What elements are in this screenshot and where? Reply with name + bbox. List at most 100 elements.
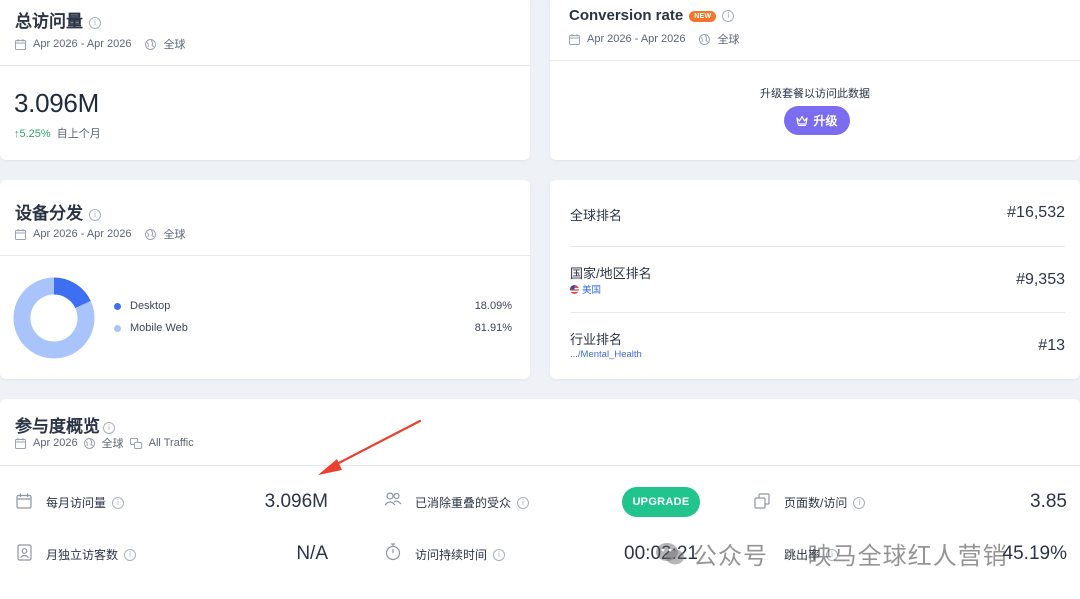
device-donut-chart <box>13 277 95 359</box>
region: 全球 <box>163 39 186 51</box>
pages-per-visit-label-text: 页面数/访问 <box>784 496 848 510</box>
engagement-title-text: 参与度概览 <box>15 417 100 436</box>
country-link[interactable]: 美国 <box>570 282 601 296</box>
engagement-meta: Apr 2026 全球 All Traffic <box>15 435 194 451</box>
delta-percent: 5.25% <box>19 128 51 140</box>
dedup-audience-label-text: 已消除重叠的受众 <box>415 496 512 510</box>
unique-visitors-label-text: 月独立访客数 <box>46 548 119 562</box>
calendar-icon <box>15 437 26 449</box>
region: 全球 <box>163 229 186 241</box>
monthly-visits-label-text: 每月访问量 <box>46 496 107 510</box>
info-icon[interactable]: i <box>853 496 866 509</box>
device-title-text: 设备分发 <box>15 204 83 223</box>
wechat-icon <box>656 542 684 564</box>
upgrade-button-label: 升级 <box>813 114 838 128</box>
pages-per-visit-label: 页面数/访问 i <box>784 494 866 511</box>
watermark: 公众号 · 映马全球红人营销 <box>655 536 1008 571</box>
legend-percent: 81.91% <box>474 322 512 334</box>
conversion-meta: Apr 2026 - Apr 2026 全球 <box>569 31 739 47</box>
visitor-id-icon <box>17 544 32 561</box>
date-range: Apr 2026 - Apr 2026 <box>33 228 132 240</box>
calendar-icon <box>569 33 580 45</box>
region: 全球 <box>101 438 124 450</box>
divider <box>0 465 1080 466</box>
watermark-dot: · <box>790 542 798 564</box>
legend-dot <box>114 302 121 310</box>
date-range: Apr 2026 - Apr 2026 <box>587 33 686 45</box>
divider <box>0 255 530 256</box>
total-visits-meta: Apr 2026 - Apr 2026 全球 <box>15 36 185 52</box>
info-icon[interactable]: i <box>517 496 530 509</box>
globe-icon <box>699 33 711 45</box>
calendar-icon <box>15 228 26 240</box>
industry-rank-value: #13 <box>1038 337 1065 354</box>
calendar-icon <box>16 493 32 509</box>
pages-per-visit-value: 3.85 <box>1030 491 1067 512</box>
watermark-account: 公众号 <box>693 543 768 570</box>
delta-label: 自上个月 <box>56 128 101 140</box>
device-title: 设备分发 i <box>15 199 101 224</box>
monthly-visits-label: 每月访问量 i <box>46 494 125 511</box>
total-visits-value: 3.096M <box>14 88 99 118</box>
unique-visitors-label: 月独立访客数 i <box>46 546 137 563</box>
monthly-visits-value: 3.096M <box>264 491 328 512</box>
total-visits-title: 总访问量 i <box>15 7 101 32</box>
divider <box>570 312 1065 313</box>
region: 全球 <box>717 34 740 46</box>
info-icon[interactable]: i <box>89 16 101 29</box>
global-rank-label: 全球排名 <box>570 208 623 223</box>
legend-row-desktop: Desktop 18.09% <box>114 300 512 312</box>
global-rank-value: #16,532 <box>1007 204 1065 221</box>
info-icon[interactable]: i <box>722 10 735 23</box>
info-icon[interactable]: i <box>124 548 137 561</box>
upgrade-hint: 升级套餐以访问此数据 <box>760 88 870 100</box>
industry-rank-label: 行业排名 <box>570 332 623 347</box>
legend-dot <box>114 324 121 332</box>
divider <box>570 246 1065 247</box>
conversion-title-text: Conversion rate <box>569 7 684 24</box>
conversion-title: Conversion rate NEW i <box>569 7 735 24</box>
industry-link[interactable]: .../Mental_Health <box>570 349 642 360</box>
crown-icon <box>796 115 809 126</box>
legend-label: Desktop <box>130 300 171 312</box>
dedup-upgrade-button[interactable]: UPGRADE <box>622 487 700 517</box>
audience-icon <box>384 492 402 506</box>
calendar-icon <box>15 38 26 50</box>
delta-up: ↑5.25% <box>14 128 51 140</box>
country-name: 美国 <box>582 285 602 296</box>
divider <box>550 60 1080 61</box>
traffic-source-icon <box>129 437 142 449</box>
total-visits-title-text: 总访问量 <box>15 12 83 31</box>
legend-percent: 18.09% <box>474 300 512 312</box>
info-icon[interactable]: i <box>89 208 101 221</box>
total-visits-card: 总访问量 i Apr 2026 - Apr 2026 全球 3.096M ↑5.2… <box>0 0 530 160</box>
device-meta: Apr 2026 - Apr 2026 全球 <box>15 226 185 242</box>
unique-visitors-value: N/A <box>296 543 328 564</box>
dedup-audience-label: 已消除重叠的受众 i <box>415 494 530 511</box>
rankings-card: 全球排名 #16,532 国家/地区排名 美国 #9,353 行业排名 .../… <box>550 180 1080 379</box>
us-flag-icon <box>570 284 579 294</box>
legend-row-mobile-web: Mobile Web 81.91% <box>114 322 512 334</box>
info-icon[interactable]: i <box>103 421 115 434</box>
country-rank-label: 国家/地区排名 <box>570 266 652 281</box>
divider <box>0 65 530 66</box>
conversion-rate-card: Conversion rate NEW i Apr 2026 - Apr 2026 … <box>550 0 1080 160</box>
pages-icon <box>754 493 770 509</box>
visit-duration-label: 访问持续时间 i <box>415 546 506 563</box>
date-range: Apr 2026 - Apr 2026 <box>33 38 132 50</box>
new-badge: NEW <box>689 10 717 22</box>
globe-icon <box>83 437 95 449</box>
visit-duration-label-text: 访问持续时间 <box>415 548 488 562</box>
globe-icon <box>145 228 157 240</box>
info-icon[interactable]: i <box>493 548 506 561</box>
globe-icon <box>145 38 157 50</box>
traffic-type: All Traffic <box>148 437 194 449</box>
stopwatch-icon <box>385 543 401 561</box>
total-visits-delta: ↑5.25% 自上个月 <box>14 125 101 141</box>
country-rank-value: #9,353 <box>1016 271 1065 288</box>
upgrade-button[interactable]: 升级 <box>784 106 850 135</box>
device-distribution-card: 设备分发 i Apr 2026 - Apr 2026 全球 Desktop 18.… <box>0 180 530 379</box>
watermark-name: 映马全球红人营销 <box>807 543 1008 570</box>
date: Apr 2026 <box>33 437 78 449</box>
info-icon[interactable]: i <box>112 496 125 509</box>
